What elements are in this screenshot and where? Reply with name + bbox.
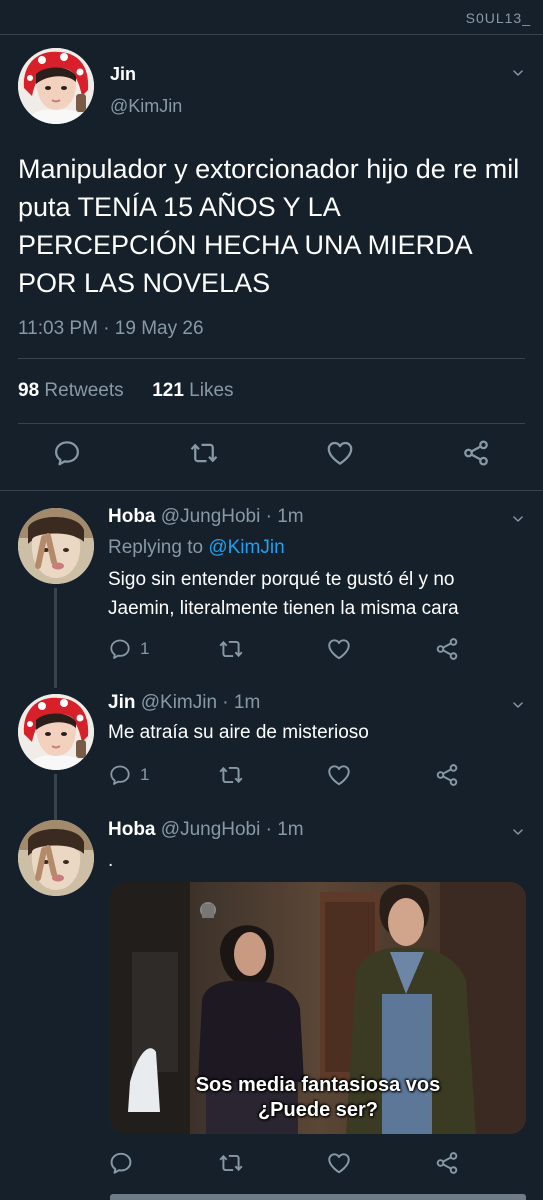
divider: [18, 423, 525, 424]
reply-header: Hoba @JungHobi · 1m: [108, 506, 304, 528]
reply-avatar[interactable]: [18, 508, 94, 584]
reply-action[interactable]: 1: [108, 636, 149, 662]
reply-author-handle[interactable]: @KimJin · 1m: [141, 692, 261, 713]
reply-author-handle[interactable]: @JungHobi · 1m: [161, 819, 304, 840]
reply-avatar[interactable]: [18, 694, 94, 770]
user-avatar-icon: [18, 48, 94, 124]
top-divider: [0, 34, 543, 35]
main-tweet-time: 11:03 PM · 19 May 26: [18, 318, 204, 339]
reply-count: 1: [140, 639, 150, 658]
main-avatar[interactable]: [18, 48, 94, 124]
reply-author-name[interactable]: Hoba: [108, 506, 156, 527]
retweets-label[interactable]: Retweets: [44, 380, 123, 401]
reply-icon[interactable]: [108, 763, 132, 787]
media-caption-line1: Sos media fantasiosa vos: [195, 1074, 441, 1096]
likes-label[interactable]: Likes: [189, 380, 233, 401]
main-tweet-actions: [0, 438, 543, 478]
replying-to-prefix: Replying to: [108, 537, 204, 558]
tweet-stats: 98 Retweets 121 Likes: [18, 380, 234, 402]
reply-avatar[interactable]: [18, 820, 94, 896]
reply-text: .: [108, 850, 114, 871]
media-image[interactable]: Sos media fantasiosa vos ¿Puede ser?: [110, 882, 526, 1134]
divider: [18, 358, 525, 359]
share-icon[interactable]: [434, 1150, 460, 1176]
main-tweet-header: Jin @KimJin: [18, 48, 525, 128]
heart-icon[interactable]: [326, 1150, 352, 1176]
share-icon[interactable]: [434, 636, 460, 662]
reply-header: Jin @KimJin · 1m: [108, 692, 260, 714]
reply-actions: [108, 1150, 523, 1180]
reply-header: Hoba @JungHobi · 1m: [108, 819, 304, 841]
reply-icon[interactable]: [108, 1150, 134, 1176]
share-icon[interactable]: [434, 762, 460, 788]
chevron-down-icon[interactable]: [511, 825, 525, 839]
main-author-name[interactable]: Jin: [110, 64, 136, 85]
replying-to: Replying to @KimJin: [108, 537, 285, 559]
retweets-count[interactable]: 98: [18, 380, 39, 401]
watermark: S0UL13_: [465, 10, 531, 26]
reply-author-name[interactable]: Hoba: [108, 819, 156, 840]
reply-actions: 1: [108, 636, 523, 666]
main-tweet-text: Manipulador y extorcionador hijo de re m…: [18, 154, 520, 298]
chevron-down-icon[interactable]: [511, 66, 525, 80]
user-avatar-icon: [18, 508, 94, 584]
reply-author-name[interactable]: Jin: [108, 692, 135, 713]
reply-count: 1: [140, 765, 150, 784]
heart-icon[interactable]: [326, 762, 352, 788]
reply-text: Sigo sin entender porqué te gustó él y n…: [108, 569, 459, 619]
next-media-preview: [110, 1194, 526, 1200]
chevron-down-icon[interactable]: [511, 512, 525, 526]
reply-icon[interactable]: [52, 438, 82, 468]
reply-actions: 1: [108, 762, 523, 792]
retweet-icon[interactable]: [189, 438, 219, 468]
replying-to-link[interactable]: @KimJin: [208, 537, 284, 558]
reply-icon[interactable]: [108, 637, 132, 661]
retweet-icon[interactable]: [218, 636, 244, 662]
share-icon[interactable]: [461, 438, 491, 468]
media-caption-line2: ¿Puede ser?: [257, 1099, 379, 1121]
user-avatar-icon: [18, 820, 94, 896]
section-divider: [0, 490, 543, 491]
likes-count[interactable]: 121: [152, 380, 184, 401]
thread-line: [54, 588, 57, 688]
retweet-icon[interactable]: [218, 1150, 244, 1176]
retweet-icon[interactable]: [218, 762, 244, 788]
chevron-down-icon[interactable]: [511, 698, 525, 712]
heart-icon[interactable]: [325, 438, 355, 468]
reply-action[interactable]: 1: [108, 762, 149, 788]
heart-icon[interactable]: [326, 636, 352, 662]
reply-author-handle[interactable]: @JungHobi · 1m: [161, 506, 304, 527]
thread-line: [54, 774, 57, 822]
reply-text: Me atraía su aire de misterioso: [108, 722, 369, 743]
user-avatar-icon: [18, 694, 94, 770]
main-author-handle[interactable]: @KimJin: [110, 96, 182, 117]
